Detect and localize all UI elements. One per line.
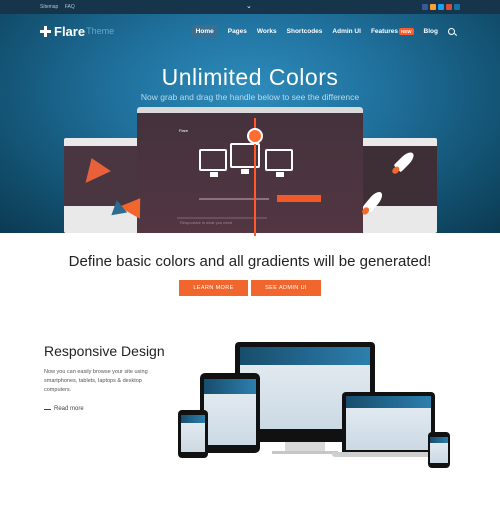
- social-icons: [422, 4, 460, 10]
- features-label: Features: [370, 28, 399, 35]
- hero-subtitle: Now grab and drag the handle below to se…: [140, 92, 360, 102]
- menu-item-admin-ui[interactable]: Admin UI: [332, 28, 361, 35]
- logo-cross-icon: [40, 25, 51, 37]
- logo-text: Flare: [54, 23, 86, 39]
- laptop-device: [342, 392, 435, 452]
- learn-more-button[interactable]: LEARN MORE: [179, 280, 248, 296]
- small-tablet-device: [178, 410, 208, 458]
- color-preview-browser: Flare: [137, 107, 363, 233]
- sitemap-link[interactable]: Sitemap: [40, 4, 58, 10]
- logo[interactable]: Flare Theme: [40, 24, 114, 39]
- menu-item-shortcodes[interactable]: Shortcodes: [287, 28, 323, 35]
- menu-item-works[interactable]: Works: [257, 28, 277, 35]
- faq-link[interactable]: FAQ: [65, 4, 75, 10]
- search-icon[interactable]: [448, 28, 455, 35]
- menu-item-blog[interactable]: Blog: [424, 28, 438, 35]
- inner-caption: Responsive is what you need: [180, 220, 233, 225]
- monitor-icon: [265, 149, 293, 177]
- facebook-icon[interactable]: [422, 4, 428, 10]
- responsive-description: Now you can easily browse your site usin…: [44, 369, 148, 393]
- inner-logo: Flare: [179, 128, 189, 133]
- monitor-base: [272, 451, 338, 454]
- chevron-down-icon[interactable]: ⌄: [246, 3, 252, 10]
- linkedin-icon[interactable]: [454, 4, 460, 10]
- cta-headline: Define basic colors and all gradients wi…: [68, 253, 432, 270]
- drag-handle[interactable]: [247, 128, 263, 144]
- google-plus-icon[interactable]: [446, 4, 452, 10]
- inner-button: [277, 195, 321, 202]
- top-bar: Sitemap FAQ ⌄: [0, 0, 500, 14]
- paper-plane-icon: [108, 198, 128, 216]
- smartphone-device: [428, 432, 450, 468]
- top-links: Sitemap FAQ: [40, 4, 80, 10]
- menu: Home Pages Works Shortcodes Admin UI Fea…: [191, 25, 455, 38]
- menu-item-pages[interactable]: Pages: [228, 28, 247, 35]
- main-nav: Flare Theme Home Pages Works Shortcodes …: [0, 14, 500, 48]
- menu-item-home[interactable]: Home: [191, 25, 218, 38]
- see-admin-ui-button[interactable]: SEE ADMIN UI: [251, 280, 321, 296]
- responsive-title: Responsive Design: [44, 343, 165, 359]
- twitter-icon[interactable]: [438, 4, 444, 10]
- rss-icon[interactable]: [430, 4, 436, 10]
- menu-item-features[interactable]: Features NEW: [371, 28, 414, 35]
- new-badge: NEW: [399, 28, 414, 35]
- hero-title: Unlimited Colors: [161, 64, 339, 90]
- logo-suffix: Theme: [86, 26, 115, 36]
- monitor-icon: [199, 149, 227, 177]
- read-more-link[interactable]: Read more: [44, 406, 84, 412]
- tablet-device: [200, 373, 260, 453]
- right-preview: [362, 138, 437, 233]
